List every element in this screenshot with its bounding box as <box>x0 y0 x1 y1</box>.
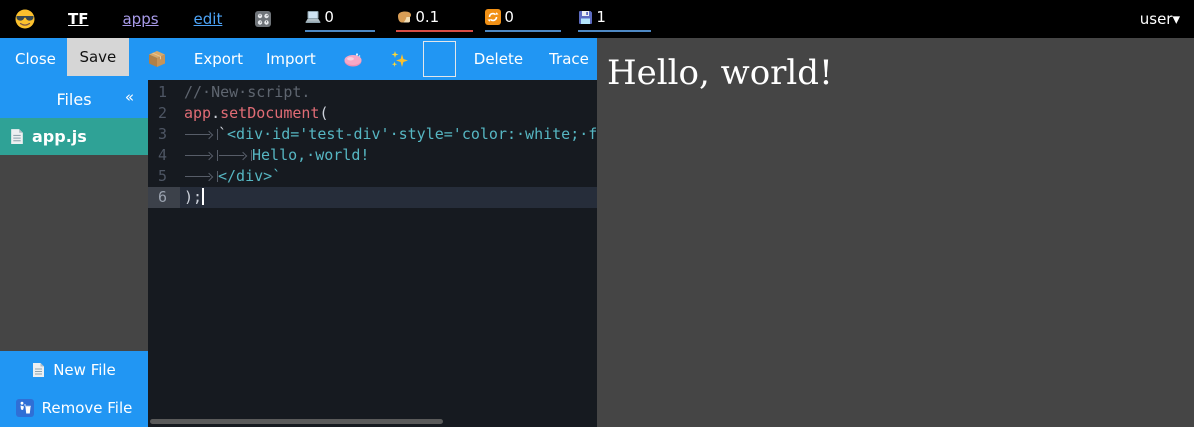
save-button[interactable]: Save <box>67 38 129 76</box>
line-number: 4 <box>148 145 180 166</box>
remove-file-button[interactable]: Remove File <box>0 389 148 427</box>
meter-value: 0.1 <box>415 8 439 26</box>
topbar: TF apps edit 0 0.1 <box>0 0 1194 38</box>
line-number: 5 <box>148 166 180 187</box>
new-file-icon <box>32 362 45 378</box>
preview-pane: Hello, world! <box>597 38 1194 427</box>
sync-icon <box>485 9 501 25</box>
toolbar: Close Save Export Import Delete Trace <box>0 38 597 80</box>
line-number: 1 <box>148 82 180 103</box>
package-icon[interactable] <box>147 49 167 69</box>
nav-link-edit[interactable]: edit <box>194 10 223 28</box>
code-line: 5 </div>` <box>148 166 597 187</box>
code-token: </div>` <box>218 167 281 185</box>
file-name: app.js <box>32 127 87 146</box>
line-number: 3 <box>148 124 180 145</box>
code-line: 2 app.setDocument( <box>148 103 597 124</box>
export-button[interactable]: Export <box>194 50 243 68</box>
line-number: 2 <box>148 103 180 124</box>
sidebar-filler <box>0 155 148 351</box>
code-line: 1 //·New·script. <box>148 82 597 103</box>
nav-link-apps[interactable]: apps <box>122 10 158 28</box>
files-sidebar: Files « app.js New File <box>0 80 148 427</box>
code-token: Hello,·world! <box>252 146 369 164</box>
code-line: 3 `<div·id='test-div'·style='color:·whit… <box>148 124 597 145</box>
files-title: Files <box>56 90 91 109</box>
tab-marker <box>184 171 218 182</box>
code-token: ( <box>319 104 328 122</box>
remove-file-label: Remove File <box>42 399 133 417</box>
sparkles-icon[interactable] <box>390 50 409 69</box>
code-token: //·New·script. <box>184 83 310 101</box>
code-line-active: 6 ); <box>148 187 597 208</box>
soap-icon[interactable] <box>343 52 363 67</box>
meter-value: 0 <box>324 8 334 26</box>
bread-icon <box>396 10 412 24</box>
litter-bin-icon <box>16 399 34 417</box>
user-menu[interactable]: user▾ <box>1140 10 1180 28</box>
laptop-icon <box>305 10 321 24</box>
meter-bread[interactable]: 0.1 <box>396 6 473 32</box>
blank-button[interactable] <box>423 41 456 77</box>
file-icon <box>10 128 24 145</box>
horizontal-scrollbar[interactable] <box>150 419 443 424</box>
files-header: Files « <box>0 80 148 118</box>
import-button[interactable]: Import <box>266 50 316 68</box>
code-editor[interactable]: 1 //·New·script. 2 app.setDocument( 3 `<… <box>148 80 597 427</box>
meter-laptop[interactable]: 0 <box>305 6 375 32</box>
meter-floppy[interactable]: 1 <box>578 6 651 32</box>
close-button[interactable]: Close <box>15 50 56 68</box>
code-token: <div·id='test-div'·style='color:·white;·… <box>227 125 597 143</box>
collapse-sidebar-button[interactable]: « <box>125 88 134 106</box>
floppy-disk-icon <box>578 10 593 25</box>
delete-button[interactable]: Delete <box>474 50 523 68</box>
meter-value: 0 <box>504 8 514 26</box>
text-cursor <box>202 188 204 205</box>
new-file-label: New File <box>53 361 116 379</box>
code-token: ); <box>184 188 202 206</box>
meter-sync[interactable]: 0 <box>485 6 561 32</box>
meter-value: 1 <box>596 8 606 26</box>
control-knobs-icon[interactable] <box>254 10 272 28</box>
line-number: 6 <box>148 187 180 208</box>
tab-marker <box>184 150 218 161</box>
code-token: app <box>184 104 211 122</box>
tab-marker <box>218 150 252 161</box>
sunglasses-face-icon[interactable] <box>15 9 35 29</box>
file-item-appjs[interactable]: app.js <box>0 118 148 155</box>
tab-marker <box>184 129 218 140</box>
preview-heading: Hello, world! <box>597 38 1194 94</box>
trace-button[interactable]: Trace <box>549 50 589 68</box>
code-token: . <box>211 104 220 122</box>
code-line: 4 Hello,·world! <box>148 145 597 166</box>
code-token: ` <box>218 125 227 143</box>
new-file-button[interactable]: New File <box>0 351 148 389</box>
brand-link[interactable]: TF <box>68 10 88 28</box>
code-token: setDocument <box>220 104 319 122</box>
